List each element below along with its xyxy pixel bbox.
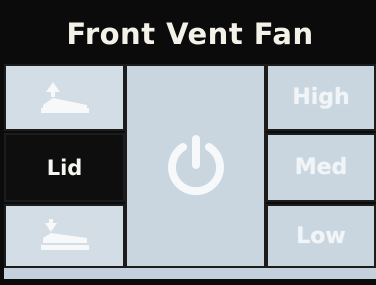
speed-low-label: Low xyxy=(296,223,346,249)
speed-med-label: Med xyxy=(294,155,348,180)
power-icon xyxy=(163,133,229,199)
screen-title: Front Vent Fan xyxy=(66,17,314,51)
lid-close-button[interactable] xyxy=(4,204,125,268)
fan-control-panel: Front Vent Fan Lid High Med Low xyxy=(0,0,376,285)
lid-open-button[interactable] xyxy=(4,64,125,131)
speed-high-label: High xyxy=(292,85,350,110)
speed-low-button[interactable]: Low xyxy=(266,204,376,268)
lid-button[interactable]: Lid xyxy=(4,133,125,202)
lid-close-icon xyxy=(37,216,93,256)
power-button[interactable] xyxy=(125,64,266,268)
bottom-strip xyxy=(4,268,376,279)
lid-label: Lid xyxy=(46,155,83,180)
speed-med-button[interactable]: Med xyxy=(266,133,376,202)
speed-high-button[interactable]: High xyxy=(266,64,376,131)
lid-open-icon xyxy=(37,78,93,118)
